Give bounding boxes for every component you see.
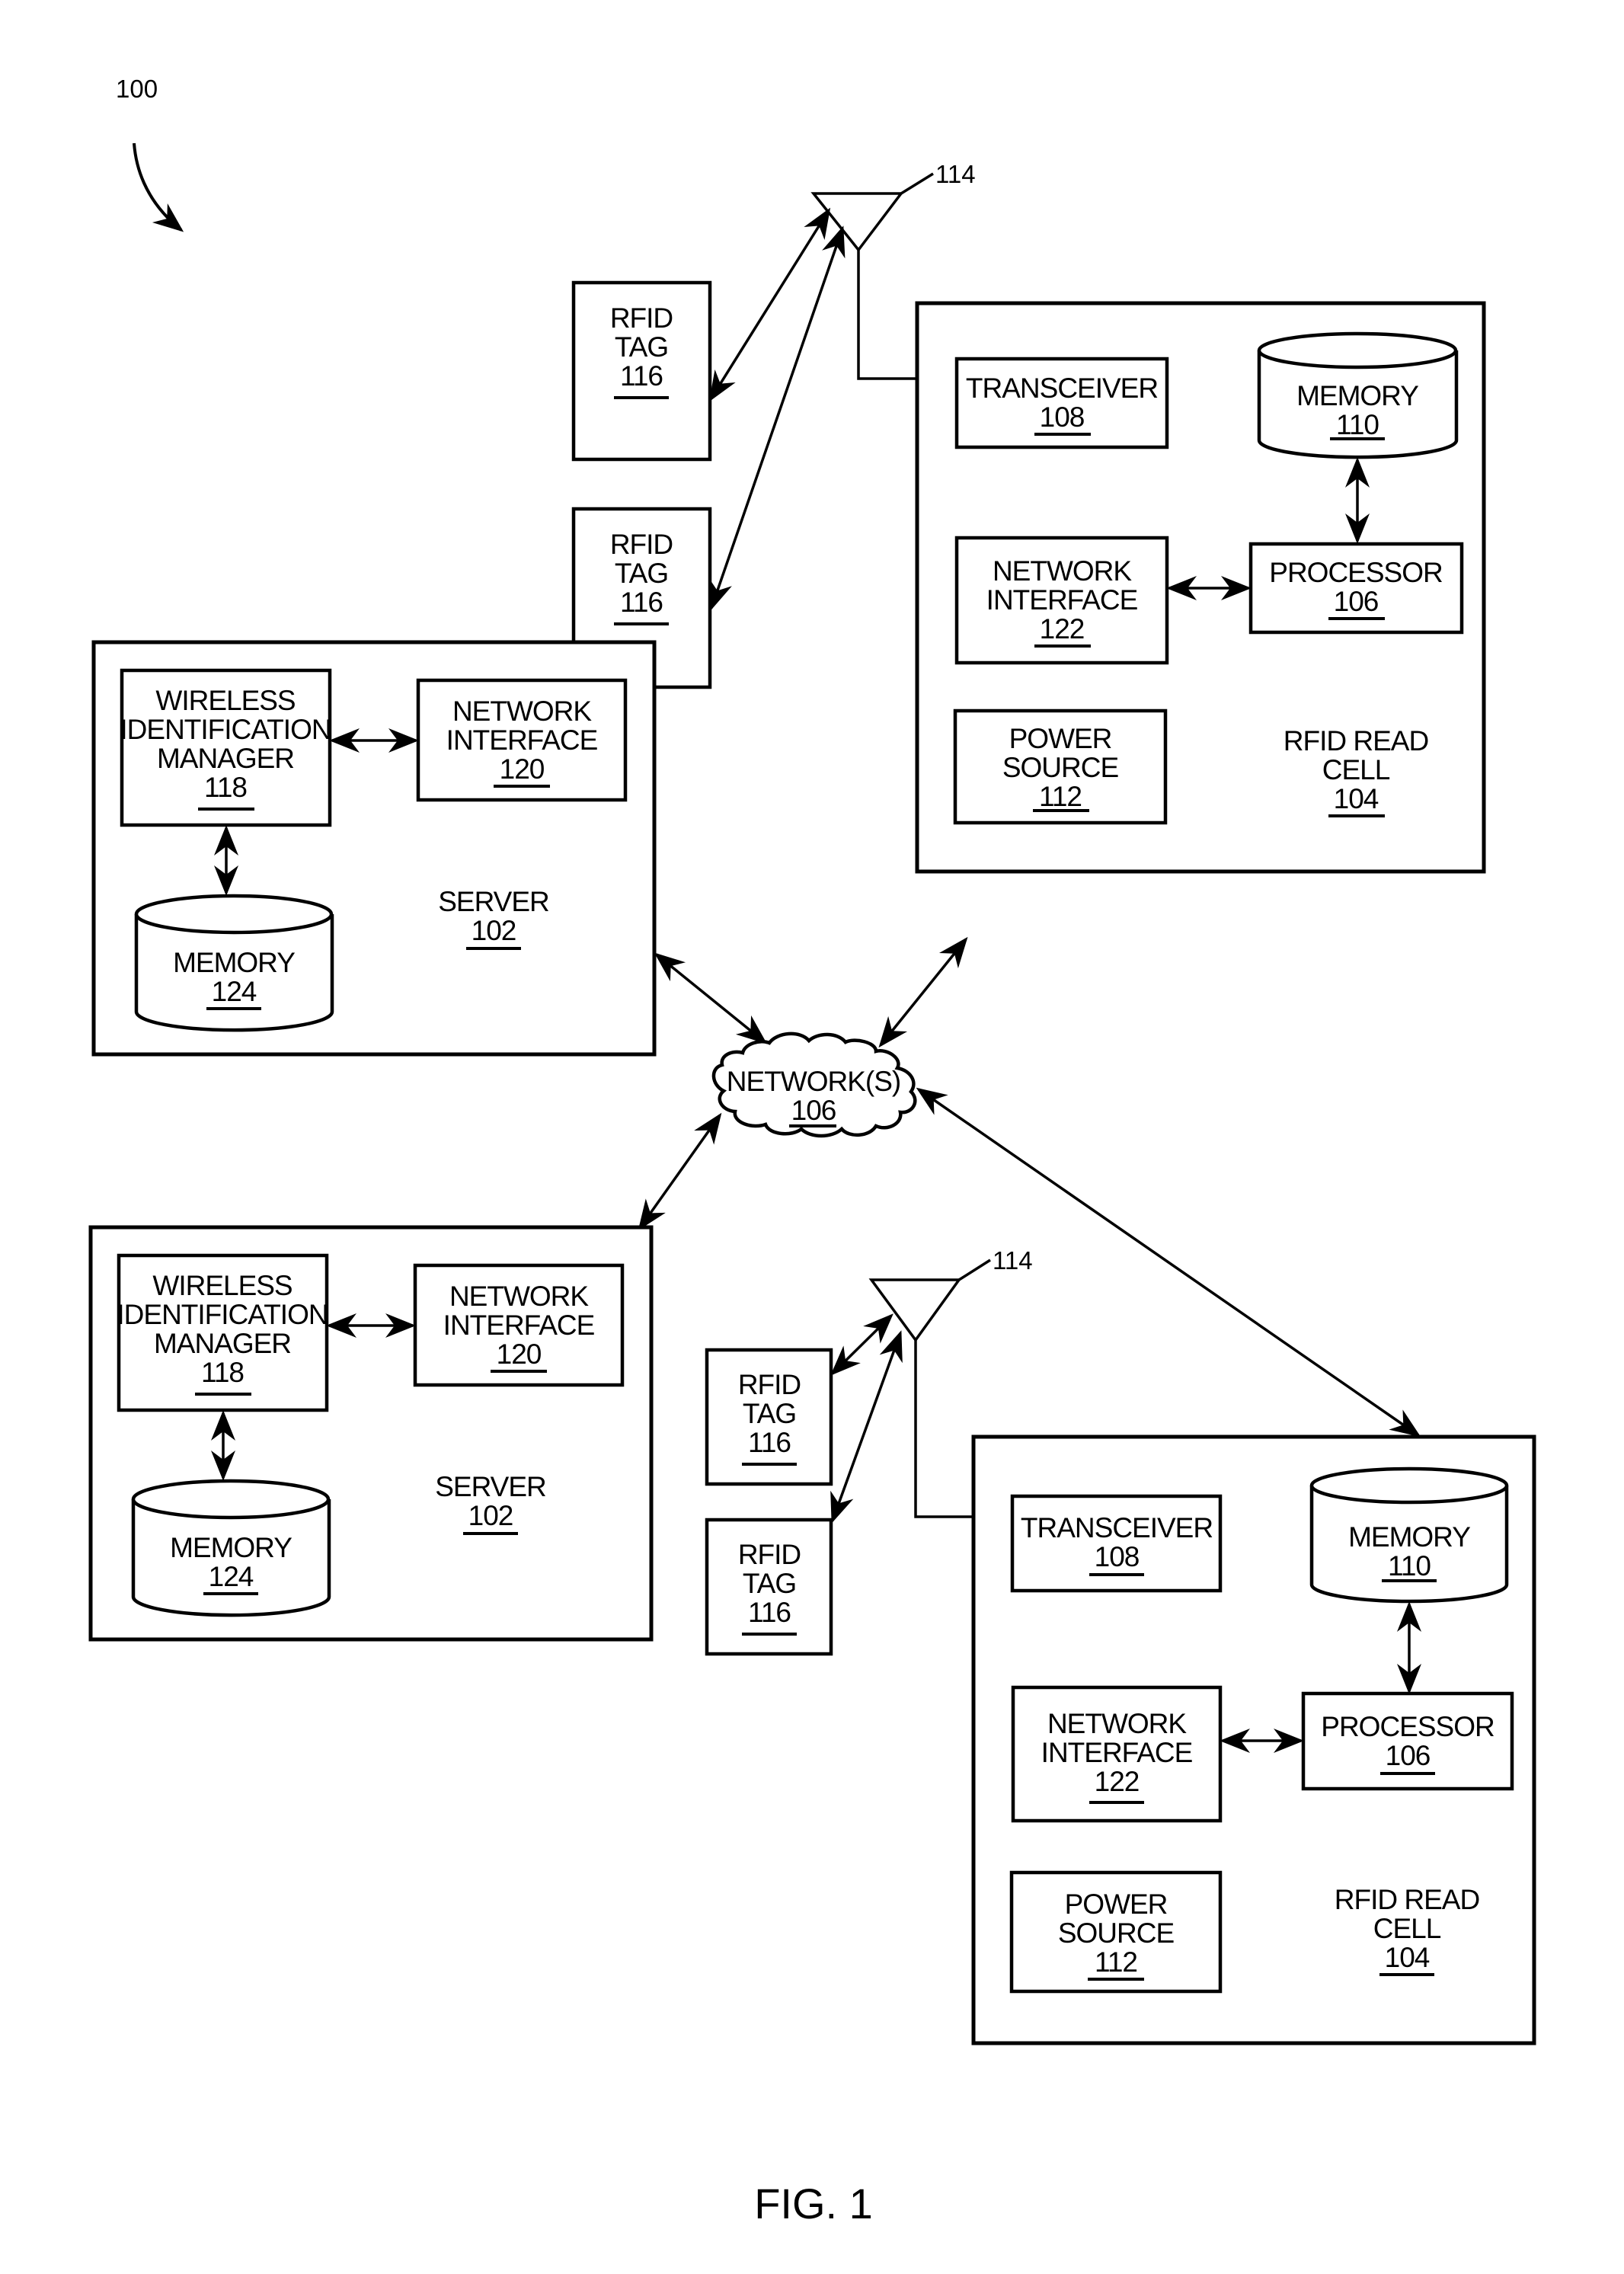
network-interface-label: NETWORK bbox=[449, 1281, 589, 1312]
processor-ref: 106 bbox=[1334, 586, 1379, 617]
rfid-tag-label: RFID bbox=[738, 1369, 801, 1400]
rfid-read-cell-bottom: 114 RFID TAG 116 RFID TAG 116 TRANSCEIVE… bbox=[705, 1246, 1536, 2045]
memory-ref: 110 bbox=[1388, 1550, 1431, 1582]
network-interface-label: NETWORK bbox=[452, 696, 592, 727]
rfid-tag-label: TAG bbox=[743, 1568, 796, 1599]
memory-ref: 124 bbox=[212, 976, 257, 1007]
network-interface-label: INTERFACE bbox=[446, 724, 598, 756]
wim-label: IDENTIFICATION bbox=[117, 1299, 328, 1330]
power-source-label: SOURCE bbox=[1002, 752, 1119, 783]
server-label: SERVER bbox=[435, 1471, 546, 1502]
tag-antenna-link bbox=[708, 225, 846, 611]
memory-label: MEMORY bbox=[1348, 1521, 1470, 1553]
network-interface-label: INTERFACE bbox=[986, 584, 1138, 616]
network-interface-ref: 120 bbox=[500, 753, 545, 785]
network-interface-ref: 122 bbox=[1040, 613, 1085, 644]
transceiver-ref: 108 bbox=[1095, 1541, 1140, 1572]
system-ref-label: 100 bbox=[116, 75, 158, 103]
network-interface-label: NETWORK bbox=[993, 555, 1132, 587]
read-cell-label: CELL bbox=[1322, 754, 1390, 785]
read-cell-label: CELL bbox=[1373, 1913, 1441, 1944]
processor-ref: 106 bbox=[1386, 1740, 1431, 1771]
read-cell-ref: 104 bbox=[1385, 1942, 1430, 1973]
transceiver-label: TRANSCEIVER bbox=[1021, 1512, 1213, 1543]
server-top: WIRELESS IDENTIFICATION MANAGER 118 NETW… bbox=[91, 640, 657, 1057]
rfid-tag-label: RFID bbox=[738, 1539, 801, 1570]
wim-ref: 118 bbox=[204, 772, 247, 803]
network-ref: 106 bbox=[791, 1095, 836, 1126]
wim-label: WIRELESS bbox=[155, 685, 295, 716]
power-source-label: SOURCE bbox=[1058, 1917, 1175, 1949]
rfid-tag-label: RFID bbox=[610, 529, 673, 560]
read-cell-label: RFID READ bbox=[1335, 1884, 1479, 1915]
wim-label: IDENTIFICATION bbox=[120, 714, 331, 745]
wim-label: WIRELESS bbox=[152, 1270, 292, 1301]
server-label: SERVER bbox=[438, 886, 549, 917]
memory-ref: 110 bbox=[1336, 409, 1379, 440]
network-label: NETWORK(S) bbox=[727, 1066, 900, 1097]
power-source-ref: 112 bbox=[1039, 781, 1082, 812]
system-diagram: 100 114 RFID TAG 116 RFID TAG 116 TRANSC… bbox=[88, 75, 1536, 2228]
memory-ref: 124 bbox=[209, 1561, 254, 1592]
transceiver-label: TRANSCEIVER bbox=[966, 373, 1158, 404]
antenna-icon bbox=[868, 1278, 962, 1342]
rfid-tag-ref: 116 bbox=[620, 587, 663, 618]
power-source-ref: 112 bbox=[1095, 1946, 1137, 1978]
figure-caption: FIG. 1 bbox=[754, 2180, 873, 2228]
network-interface-label: INTERFACE bbox=[443, 1310, 595, 1341]
readcell-network-link bbox=[878, 936, 968, 1048]
antenna-ref-leader bbox=[958, 1259, 991, 1281]
rfid-tag-label: TAG bbox=[743, 1398, 796, 1429]
memory-label: MEMORY bbox=[170, 1532, 292, 1563]
rfid-tag-ref: 116 bbox=[620, 360, 663, 392]
tag-antenna-link bbox=[830, 1330, 903, 1524]
server-network-link bbox=[638, 1112, 722, 1231]
network-interface-label: INTERFACE bbox=[1041, 1737, 1193, 1768]
memory-label: MEMORY bbox=[173, 947, 295, 978]
server-network-link bbox=[654, 952, 768, 1044]
antenna-ref-label: 114 bbox=[935, 160, 976, 188]
wim-label: MANAGER bbox=[157, 743, 294, 774]
antenna-icon bbox=[810, 192, 904, 252]
wim-ref: 118 bbox=[201, 1357, 244, 1388]
rfid-tag-label: RFID bbox=[610, 302, 673, 334]
system-ref-arrow bbox=[133, 142, 184, 232]
network-interface-label: NETWORK bbox=[1047, 1708, 1187, 1739]
transceiver-ref: 108 bbox=[1040, 401, 1085, 433]
network-interface-ref: 120 bbox=[497, 1338, 542, 1370]
rfid-tag-label: TAG bbox=[615, 331, 668, 363]
power-source-label: POWER bbox=[1065, 1889, 1168, 1920]
server-ref: 102 bbox=[472, 915, 516, 946]
server-bottom: WIRELESS IDENTIFICATION MANAGER 118 NETW… bbox=[88, 1225, 654, 1642]
read-cell-label: RFID READ bbox=[1284, 725, 1428, 756]
rfid-tag-label: TAG bbox=[615, 558, 668, 589]
antenna-ref-leader bbox=[900, 172, 934, 195]
tag-antenna-link bbox=[830, 1313, 894, 1376]
processor-label: PROCESSOR bbox=[1269, 557, 1442, 588]
antenna-ref-label: 114 bbox=[993, 1246, 1033, 1275]
rfid-tag-ref: 116 bbox=[748, 1427, 791, 1458]
processor-label: PROCESSOR bbox=[1321, 1711, 1494, 1742]
wim-label: MANAGER bbox=[154, 1328, 291, 1359]
tag-antenna-link bbox=[708, 207, 831, 402]
read-cell-ref: 104 bbox=[1334, 783, 1379, 814]
network-interface-ref: 122 bbox=[1095, 1766, 1140, 1797]
server-ref: 102 bbox=[468, 1500, 513, 1531]
power-source-label: POWER bbox=[1009, 723, 1112, 754]
memory-label: MEMORY bbox=[1296, 380, 1418, 411]
rfid-tag-ref: 116 bbox=[748, 1597, 791, 1628]
rfid-read-cell-top: 114 RFID TAG 116 RFID TAG 116 TRANSCEIVE… bbox=[571, 160, 1486, 874]
network-cloud: NETWORK(S) 106 bbox=[711, 1031, 917, 1138]
